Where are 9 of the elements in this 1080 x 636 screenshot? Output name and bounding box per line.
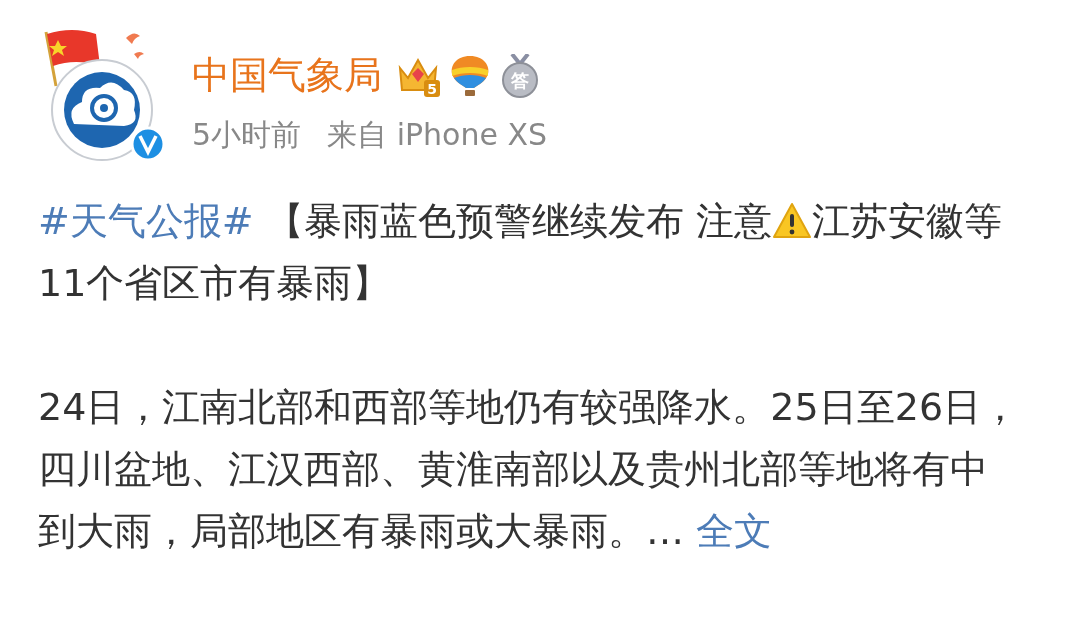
- post-source: 来自 iPhone XS: [327, 116, 548, 154]
- post-time: 5小时前: [192, 116, 302, 154]
- avatar-logo-drawing[interactable]: [44, 30, 153, 161]
- hashtag-link[interactable]: #天气公报#: [38, 199, 254, 243]
- post-title: #天气公报# 【暴雨蓝色预警继续发布 注意 江苏安徽等11个省区市有暴雨】: [38, 198, 1003, 307]
- full-text-link[interactable]: 全文: [696, 509, 773, 553]
- post-text: 24日，江南北部和西部等地仍有较强降水。25日至26日，四川盆地、江汉西部、黄淮南部以及贵州北部等地将有中到大雨，局部地区有暴雨或大暴雨。… 全文: [38, 384, 1021, 555]
- author-name[interactable]: 中国气象局: [192, 50, 382, 101]
- warning-icon: [771, 202, 812, 240]
